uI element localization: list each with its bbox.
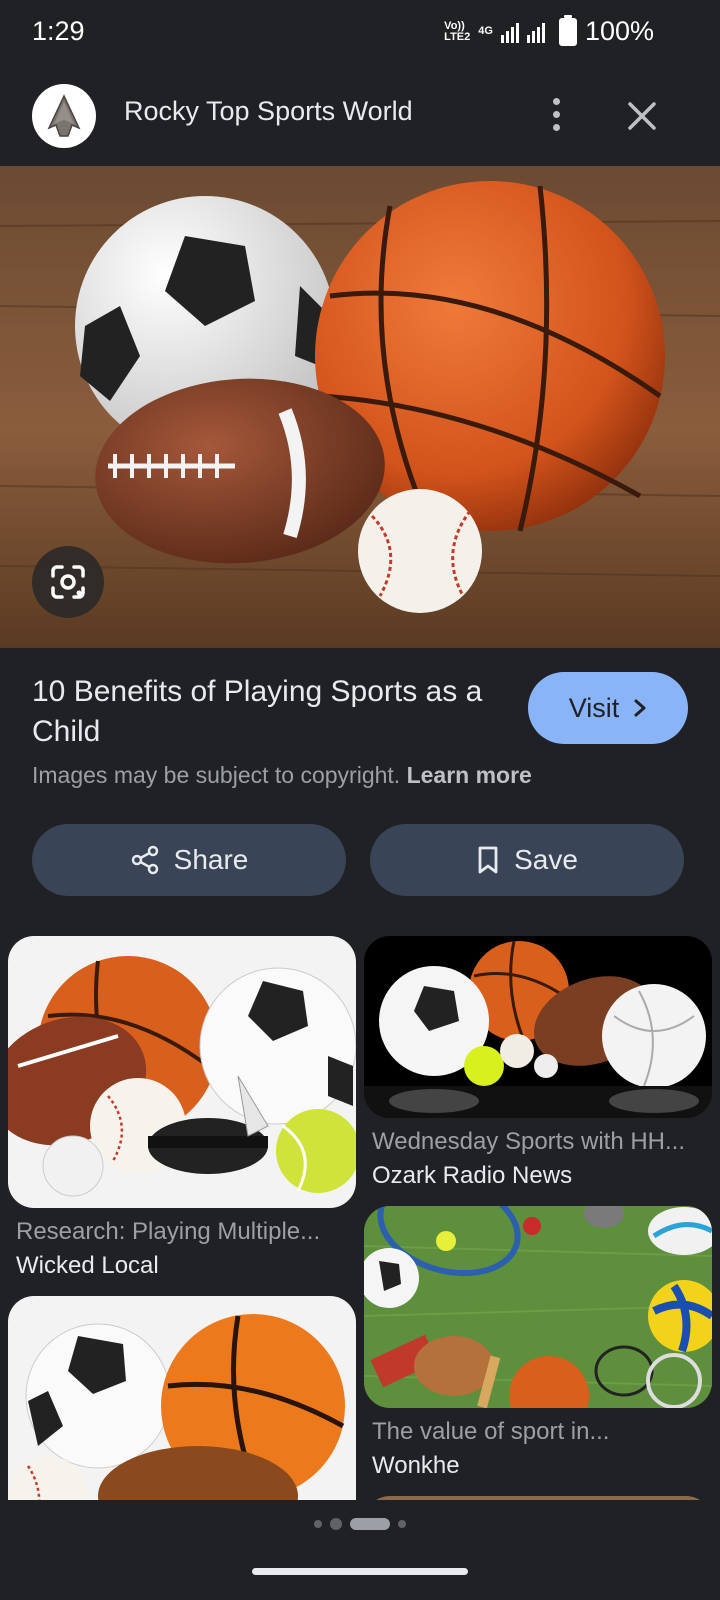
related-card-source: Wonkhe [372,1452,460,1479]
related-image-card[interactable] [364,1206,712,1408]
related-image-card[interactable] [8,936,356,1208]
related-card-title[interactable]: Wednesday Sports with HH... [372,1128,706,1156]
home-gesture-bar[interactable] [252,1568,468,1575]
related-card-title[interactable]: The value of sport in... [372,1418,706,1446]
related-image-card[interactable] [8,1296,356,1500]
related-images-grid: Research: Playing Multiple... Wicked Loc… [0,0,720,1500]
related-card-title[interactable]: Research: Playing Multiple... [16,1218,350,1246]
related-card-source: Wicked Local [16,1252,159,1279]
page-indicator [0,1518,720,1530]
related-image-card[interactable] [364,936,712,1118]
bottom-navigation-area [0,1500,720,1600]
related-card-source: Ozark Radio News [372,1162,573,1189]
